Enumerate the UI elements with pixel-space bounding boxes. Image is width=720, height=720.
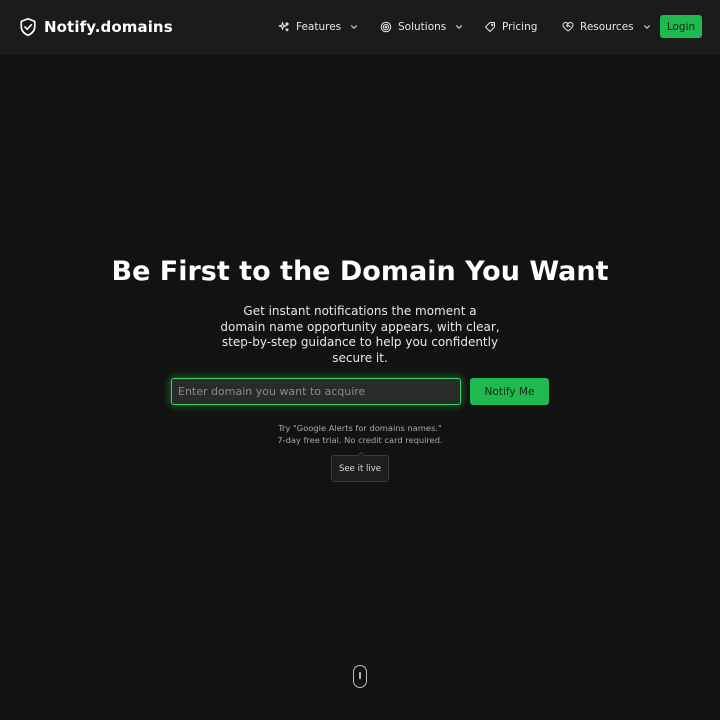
- brand-logo[interactable]: Notify.domains: [19, 16, 173, 38]
- domain-input[interactable]: [171, 378, 461, 405]
- trial-note-line-1: Try "Google Alerts for domains names.": [278, 423, 442, 433]
- nav-resources-label: Resources: [580, 21, 634, 33]
- notify-me-button[interactable]: Notify Me: [470, 378, 549, 405]
- nav-features-label: Features: [296, 21, 342, 33]
- see-it-live-button[interactable]: See it live: [331, 455, 389, 482]
- nav-pricing-label: Pricing: [502, 21, 538, 33]
- login-button[interactable]: Login: [660, 15, 702, 38]
- tag-icon: [484, 21, 496, 33]
- chevron-down-icon: [349, 22, 359, 32]
- trial-note-line-2: 7-day free trial. No credit card require…: [277, 434, 443, 445]
- nav-solutions-label: Solutions: [398, 21, 447, 33]
- brand-name: Notify.domains: [44, 18, 173, 36]
- nav-resources[interactable]: Resources: [562, 16, 652, 38]
- sparkles-icon: [278, 21, 290, 33]
- chevron-down-icon: [454, 22, 464, 32]
- heart-handshake-icon: [562, 21, 574, 33]
- top-header: Notify.domains Features Solutions Pricin…: [0, 0, 720, 54]
- chevron-down-icon: [642, 22, 652, 32]
- trial-note: Try "Google Alerts for domains names." 7…: [0, 423, 720, 446]
- scroll-wheel-dot: [358, 672, 361, 679]
- shield-check-icon: [19, 17, 37, 37]
- mouse-scroll-icon: [353, 665, 367, 688]
- nav-features[interactable]: Features: [278, 16, 359, 38]
- nav-solutions[interactable]: Solutions: [380, 16, 464, 38]
- target-icon: [380, 21, 392, 33]
- hero-title: Be First to the Domain You Want: [111, 256, 609, 287]
- nav-pricing[interactable]: Pricing: [484, 16, 537, 38]
- hero-subtitle: Get instant notifications the moment a d…: [220, 304, 500, 365]
